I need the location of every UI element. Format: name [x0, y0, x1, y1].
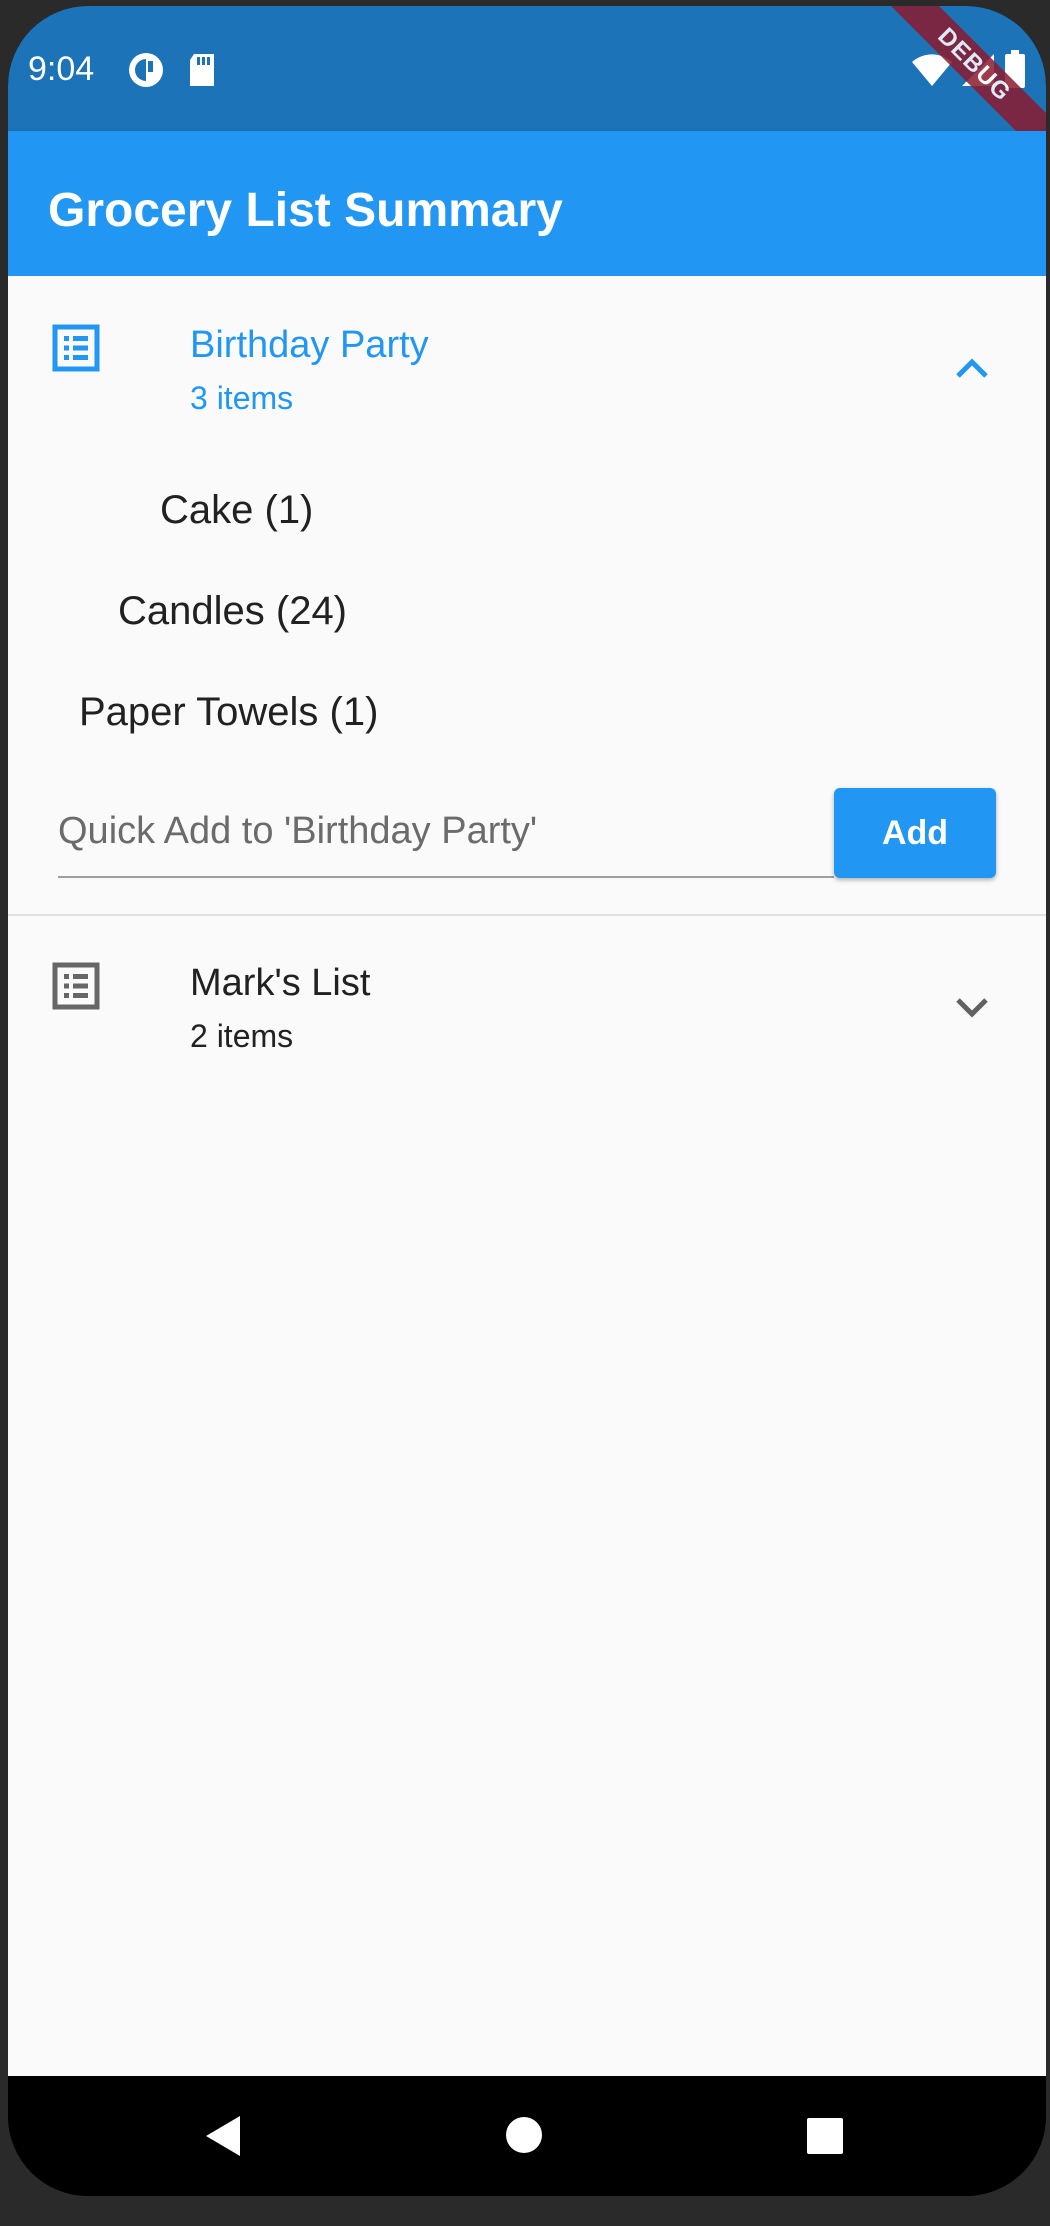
list-item: Cake (1) [160, 488, 314, 532]
app-bar: Grocery List Summary [8, 131, 1046, 276]
list-header-marks-list[interactable]: Mark's List 2 items [8, 916, 1046, 1056]
list-header-birthday-party[interactable]: Birthday Party 3 items [8, 276, 1046, 416]
grocery-lists: Birthday Party 3 items Cake (1) Candles … [8, 276, 1046, 2076]
status-time: 9:04 [28, 50, 95, 88]
phone-frame: 9:04 DEBUG Grocery List Summary Birthday… [8, 6, 1046, 2196]
chevron-down-icon[interactable] [954, 996, 990, 1025]
status-bar: 9:04 DEBUG [8, 6, 1046, 169]
list-title: Birthday Party [190, 324, 429, 366]
list-item: Paper Towels (1) [79, 690, 379, 734]
add-button[interactable]: Add [834, 788, 996, 878]
chevron-up-icon[interactable] [954, 356, 990, 385]
list-item: Candles (24) [118, 589, 348, 633]
home-icon[interactable] [505, 2116, 543, 2159]
list-subtitle: 2 items [190, 1018, 294, 1054]
page-title: Grocery List Summary [48, 184, 563, 237]
quick-add-input[interactable]: Quick Add to 'Birthday Party' [58, 786, 834, 878]
list-icon [52, 962, 100, 1015]
app-notification-icon [126, 50, 166, 95]
recents-icon[interactable] [806, 2117, 844, 2160]
sd-card-icon [186, 50, 218, 95]
list-title: Mark's List [190, 962, 371, 1004]
system-nav-bar [8, 2076, 1046, 2196]
list-icon [52, 324, 100, 377]
back-icon[interactable] [204, 2114, 244, 2163]
list-subtitle: 3 items [190, 380, 294, 416]
